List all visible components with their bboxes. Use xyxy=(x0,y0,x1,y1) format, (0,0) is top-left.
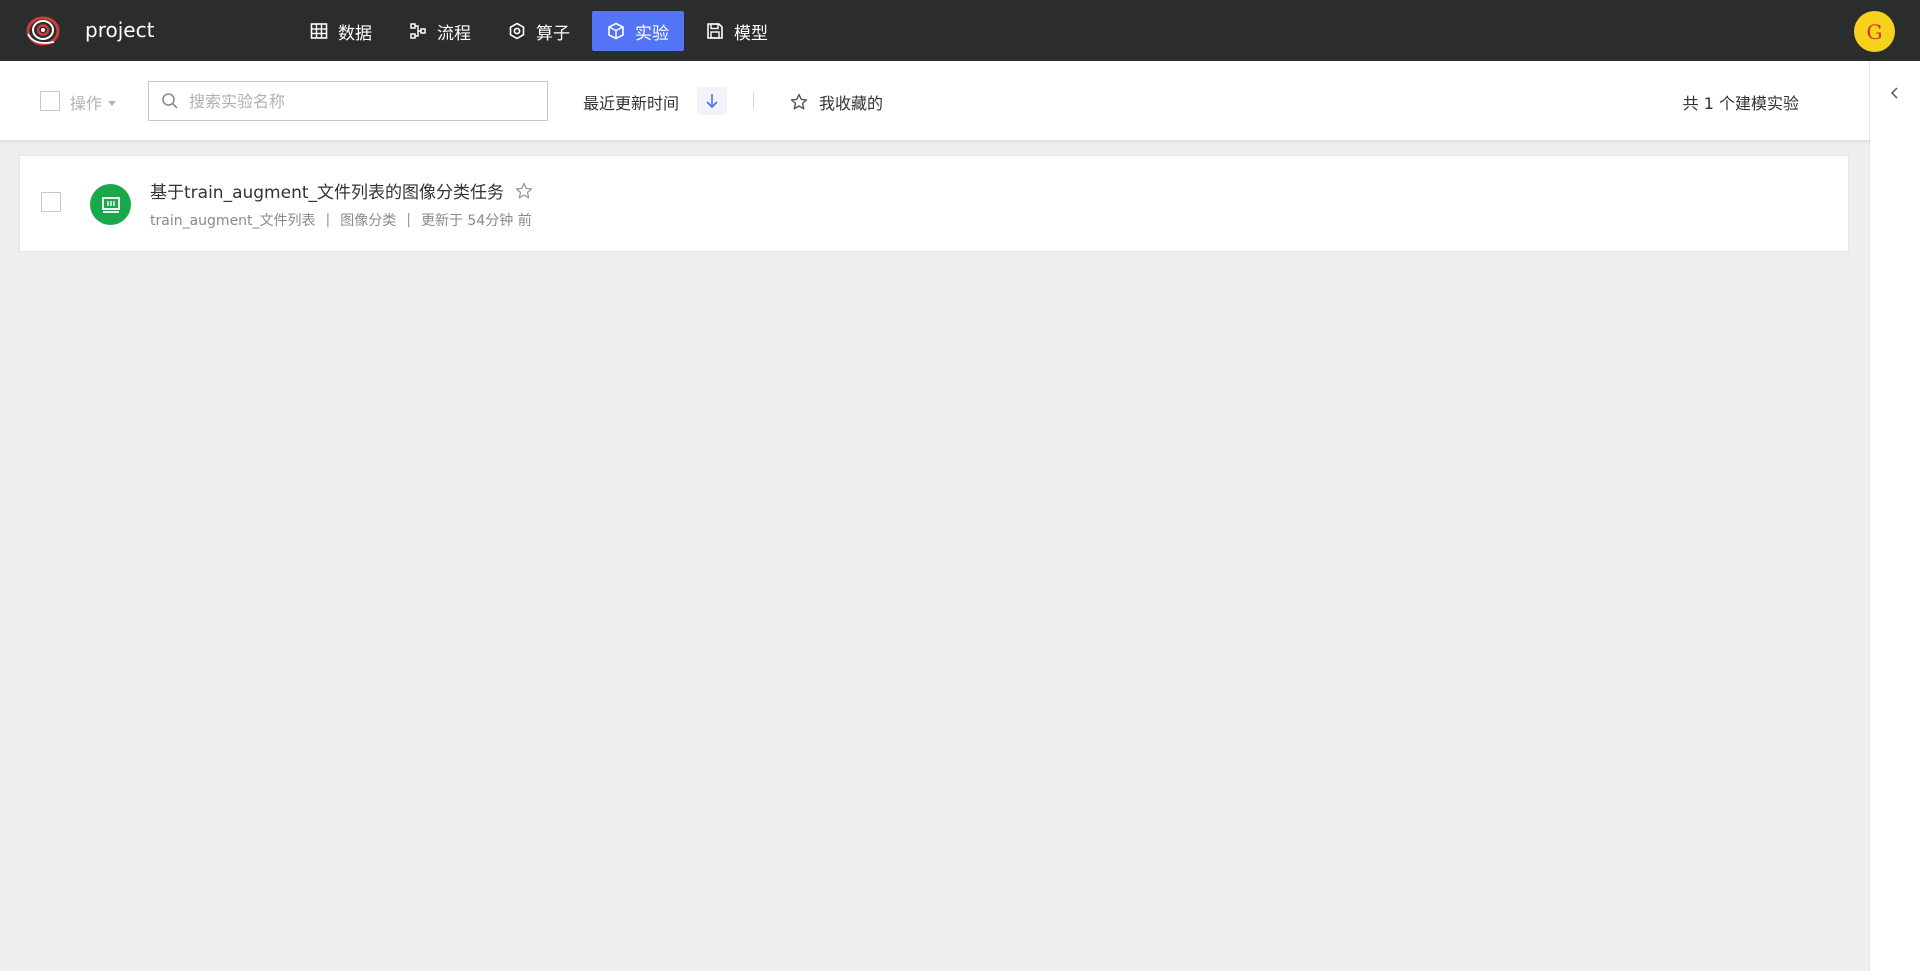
experiment-checkbox[interactable] xyxy=(41,192,61,212)
operations-dropdown[interactable]: 操作 xyxy=(70,90,117,114)
user-avatar[interactable]: G xyxy=(1854,11,1895,52)
top-navigation-bar: project 数据 流程 算子 实验 模型 G xyxy=(0,0,1920,61)
nav-label: 模型 xyxy=(734,23,768,44)
toolbar-divider xyxy=(753,93,754,109)
nav-item-experiments[interactable]: 实验 xyxy=(592,11,684,51)
experiment-card[interactable]: 基于train_augment_文件列表的图像分类任务 train_augmen… xyxy=(19,155,1849,252)
nav-label: 流程 xyxy=(437,23,471,44)
experiment-task-type: 图像分类 xyxy=(340,213,397,229)
experiment-count: 共 1 个建模实验 xyxy=(1682,94,1799,113)
nav-item-models[interactable]: 模型 xyxy=(691,11,783,51)
experiment-meta: train_augment_文件列表 | 图像分类 | 更新于 54分钟 前 xyxy=(150,210,532,230)
nav-label: 算子 xyxy=(536,23,570,44)
image-classification-icon xyxy=(90,184,131,225)
expand-panel-button[interactable] xyxy=(1889,85,1901,104)
hexagon-operator-icon xyxy=(509,22,525,40)
operations-label: 操作 xyxy=(70,94,103,113)
nav-label: 数据 xyxy=(338,23,372,44)
meta-separator: | xyxy=(325,212,331,228)
star-outline-icon xyxy=(790,93,808,110)
favorites-label: 我收藏的 xyxy=(819,94,884,113)
project-name[interactable]: project xyxy=(85,18,154,42)
experiment-title[interactable]: 基于train_augment_文件列表的图像分类任务 xyxy=(150,178,504,203)
experiment-dataset: train_augment_文件列表 xyxy=(150,213,316,229)
select-all-checkbox[interactable] xyxy=(40,91,60,111)
sort-field-label[interactable]: 最近更新时间 xyxy=(583,90,679,114)
favorites-filter[interactable]: 我收藏的 xyxy=(790,90,883,114)
sort-direction-button[interactable] xyxy=(697,87,727,115)
cube-icon xyxy=(608,22,624,40)
experiment-toolbar: 操作 最近更新时间 我收藏的 共 1 个建模实验 xyxy=(0,61,1869,141)
arrow-down-icon xyxy=(706,94,718,109)
favorite-star-icon[interactable] xyxy=(515,182,533,200)
table-grid-icon xyxy=(310,23,328,39)
caret-down-icon xyxy=(108,100,117,106)
search-input[interactable] xyxy=(189,91,547,111)
chevron-left-icon xyxy=(1890,87,1898,99)
experiment-updated: 更新于 54分钟 前 xyxy=(420,213,532,229)
right-side-panel xyxy=(1869,61,1920,971)
save-model-icon xyxy=(707,23,723,39)
nav-item-workflow[interactable]: 流程 xyxy=(394,11,486,51)
nav-item-data[interactable]: 数据 xyxy=(295,11,387,51)
search-box xyxy=(148,81,548,121)
main-nav: 数据 流程 算子 实验 模型 xyxy=(295,11,790,51)
workflow-icon xyxy=(410,23,426,39)
nav-label: 实验 xyxy=(635,23,669,44)
meta-separator: | xyxy=(406,212,411,228)
search-icon xyxy=(162,93,178,109)
app-logo-icon[interactable] xyxy=(24,14,62,48)
experiment-title-row: 基于train_augment_文件列表的图像分类任务 xyxy=(150,178,533,203)
nav-item-operators[interactable]: 算子 xyxy=(493,11,585,51)
